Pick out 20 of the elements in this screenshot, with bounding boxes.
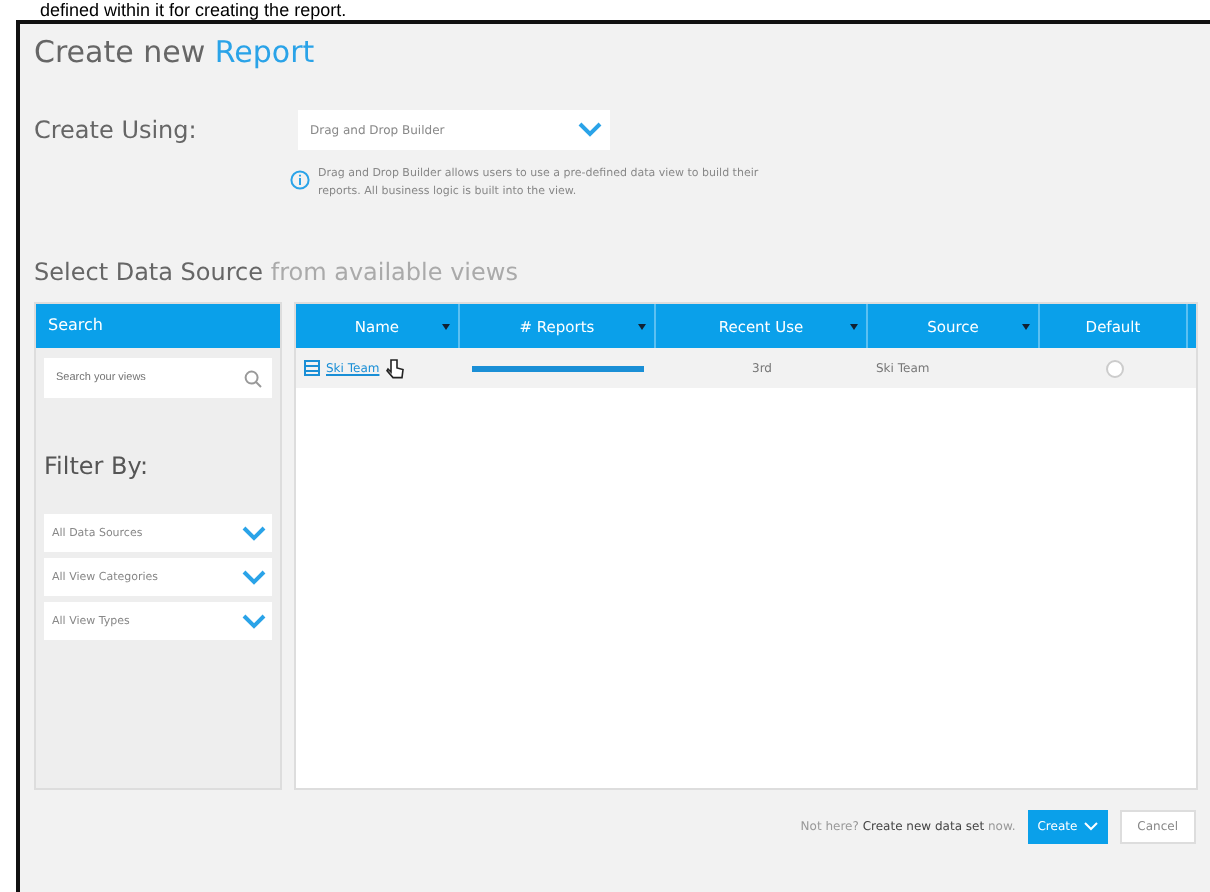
hand-cursor-icon — [385, 357, 404, 379]
section-title: Select Data Source from available views — [34, 258, 520, 286]
caret-icon — [1083, 822, 1098, 832]
filter-label: Filter By: — [44, 452, 151, 480]
caption-text: defined within it for creating the report. — [38, 0, 347, 20]
chevron-icon — [578, 122, 602, 138]
chevron-icon — [242, 525, 266, 541]
default-radio[interactable] — [1105, 359, 1123, 377]
dialog-title: Create new Report — [34, 34, 317, 70]
chevron-icon — [242, 569, 266, 585]
create-using-label: Create Using: — [34, 116, 199, 144]
chevron-icon — [242, 613, 266, 629]
search-icon — [244, 370, 262, 388]
sort-icon — [850, 324, 858, 330]
table-icon — [304, 360, 320, 376]
sort-icon — [638, 324, 646, 330]
info-icon — [290, 170, 310, 190]
sort-icon — [1022, 324, 1030, 330]
search-header: Search — [36, 304, 280, 348]
sort-icon — [442, 324, 450, 330]
